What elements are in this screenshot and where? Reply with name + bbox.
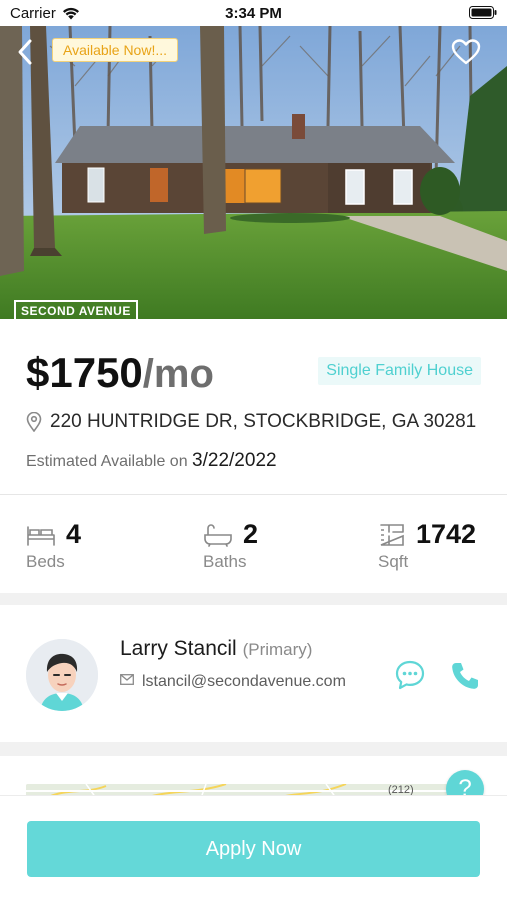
- map-preview[interactable]: (212): [0, 756, 507, 796]
- stat-baths: 2 Baths: [203, 519, 258, 572]
- house-photo-illustration: [0, 26, 507, 319]
- available-date: 3/22/2022: [192, 450, 277, 471]
- stat-value: 4: [66, 519, 82, 549]
- available-label: Estimated Available on: [26, 453, 188, 470]
- stat-beds: 4 Beds: [26, 519, 81, 572]
- location-pin-icon: [26, 412, 42, 432]
- property-photo[interactable]: Available Now!... SECOND AVENUE: [0, 26, 507, 319]
- address-row: 220 HUNTRIDGE DR, STOCKBRIDGE, GA 30281: [26, 411, 476, 433]
- property-type-tag: Single Family House: [318, 357, 481, 385]
- price: $1750/mo: [26, 349, 214, 397]
- property-stats: 4 Beds 2 Baths 1742 Sqft: [0, 495, 507, 593]
- status-bar: Carrier 3:34 PM: [0, 0, 507, 26]
- agent-card: Larry Stancil (Primary) lstancil@seconda…: [0, 605, 507, 742]
- stat-sqft: 1742 Sqft: [378, 519, 476, 572]
- section-separator: [0, 593, 507, 605]
- stat-label: Baths: [203, 552, 247, 571]
- stat-value: 1742: [416, 519, 477, 549]
- wifi-icon: [62, 7, 79, 19]
- apply-now-button[interactable]: Apply Now: [27, 821, 480, 877]
- agent-name: Larry Stancil: [120, 637, 237, 660]
- agent-email-row[interactable]: lstancil@secondavenue.com: [120, 671, 380, 692]
- battery-icon: [469, 6, 497, 19]
- stat-value: 2: [243, 519, 259, 549]
- agent-avatar: [26, 639, 98, 711]
- heart-icon[interactable]: [451, 38, 481, 66]
- bottom-action-bar: Apply Now: [0, 796, 507, 900]
- price-amount: $1750: [26, 349, 143, 396]
- stat-label: Sqft: [378, 552, 409, 571]
- back-chevron-icon[interactable]: [14, 38, 38, 66]
- avatar-illustration: [26, 639, 98, 711]
- price-period: /mo: [142, 352, 214, 396]
- section-separator: [0, 742, 507, 756]
- agent-email[interactable]: lstancil@secondavenue.com: [142, 671, 346, 692]
- availability-row: Estimated Available on 3/22/2022: [26, 450, 277, 472]
- map-road-label: (212): [388, 784, 414, 796]
- brand-watermark: SECOND AVENUE: [14, 300, 138, 319]
- price-row: $1750/mo Single Family House: [26, 349, 481, 397]
- bed-icon: [27, 525, 55, 546]
- bathtub-icon: [204, 523, 232, 547]
- chat-bubble-icon[interactable]: [394, 659, 426, 691]
- address-text: 220 HUNTRIDGE DR, STOCKBRIDGE, GA 30281: [50, 411, 477, 432]
- phone-icon[interactable]: [449, 660, 481, 692]
- agent-name-row: Larry Stancil (Primary): [120, 637, 312, 661]
- carrier-label: Carrier: [10, 4, 56, 22]
- listing-summary: $1750/mo Single Family House 220 HUNTRID…: [0, 319, 507, 494]
- floorplan-icon: [380, 523, 404, 546]
- availability-badge: Available Now!...: [52, 38, 179, 62]
- carrier-indicator: Carrier: [10, 5, 80, 22]
- mail-icon: [120, 674, 134, 685]
- stat-label: Beds: [26, 552, 65, 571]
- agent-role: (Primary): [242, 640, 313, 659]
